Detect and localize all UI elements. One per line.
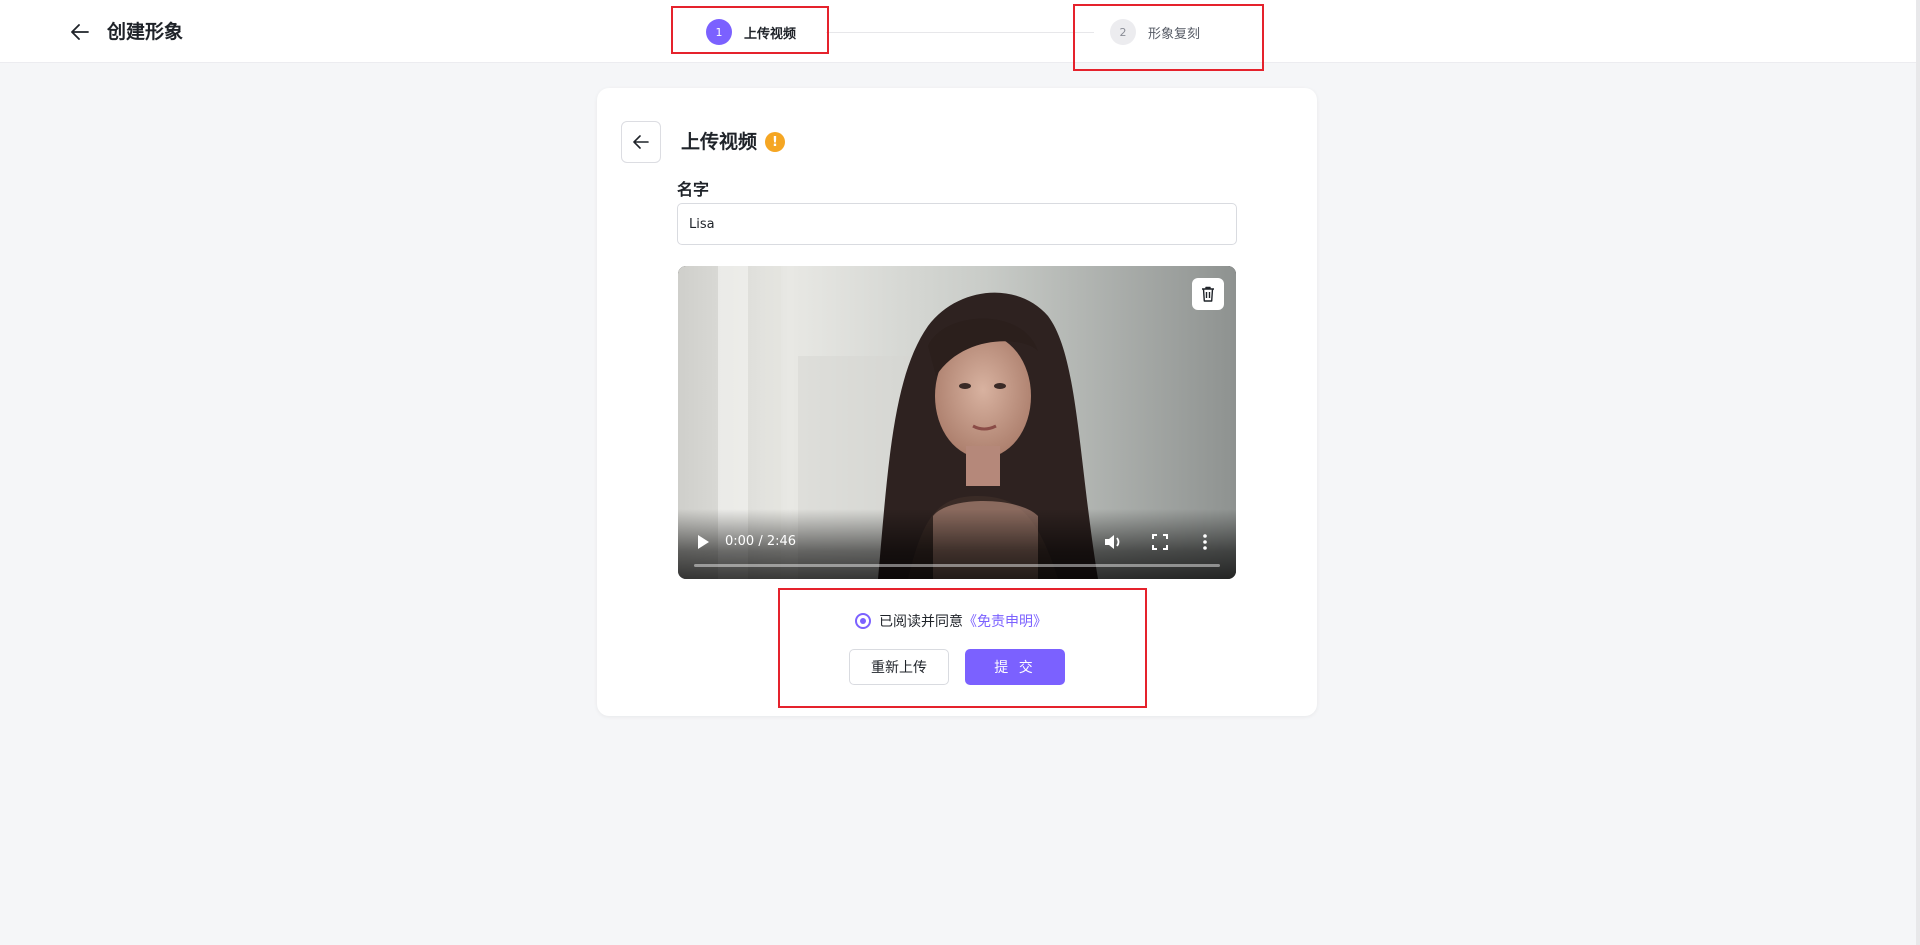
video-time: 0:00 / 2:46	[725, 534, 797, 549]
video-controls: 0:00 / 2:46	[678, 509, 1236, 579]
fullscreen-icon[interactable]	[1151, 533, 1169, 551]
step-avatar-clone[interactable]: 2 形象复刻	[1110, 19, 1200, 45]
agreement-radio[interactable]	[855, 613, 871, 629]
warning-icon[interactable]: !	[765, 132, 785, 152]
back-arrow-icon[interactable]	[68, 20, 92, 44]
radio-dot	[860, 618, 866, 624]
scrollbar[interactable]	[1916, 0, 1920, 945]
back-arrow-icon	[633, 135, 649, 149]
delete-video-button[interactable]	[1192, 278, 1224, 310]
submit-button[interactable]: 提 交	[965, 649, 1065, 685]
video-progress-bar[interactable]	[694, 564, 1220, 567]
top-bar: 创建形象 1 上传视频 2 形象复刻	[0, 0, 1916, 63]
step-upload-video[interactable]: 1 上传视频	[706, 19, 796, 45]
page-title: 创建形象	[107, 21, 184, 43]
agreement-checkbox[interactable]: 已阅读并同意 《免责申明》	[855, 611, 1047, 631]
step-number: 2	[1110, 19, 1136, 45]
agreement-text: 已阅读并同意	[879, 614, 963, 630]
card-back-button[interactable]	[621, 121, 661, 163]
play-icon[interactable]	[694, 533, 712, 551]
card-title: 上传视频	[681, 131, 758, 153]
step-label: 上传视频	[744, 26, 797, 42]
name-input[interactable]	[677, 203, 1237, 245]
step-connector	[826, 32, 1094, 33]
volume-icon[interactable]	[1103, 533, 1123, 551]
more-options-icon[interactable]	[1200, 533, 1210, 551]
video-player[interactable]: 0:00 / 2:46	[678, 266, 1236, 579]
step-number: 1	[706, 19, 732, 45]
name-label: 名字	[677, 180, 710, 199]
trash-icon	[1202, 286, 1214, 302]
step-label: 形象复刻	[1148, 26, 1201, 42]
reupload-button[interactable]: 重新上传	[849, 649, 949, 685]
disclaimer-link[interactable]: 《免责申明》	[963, 611, 1047, 631]
